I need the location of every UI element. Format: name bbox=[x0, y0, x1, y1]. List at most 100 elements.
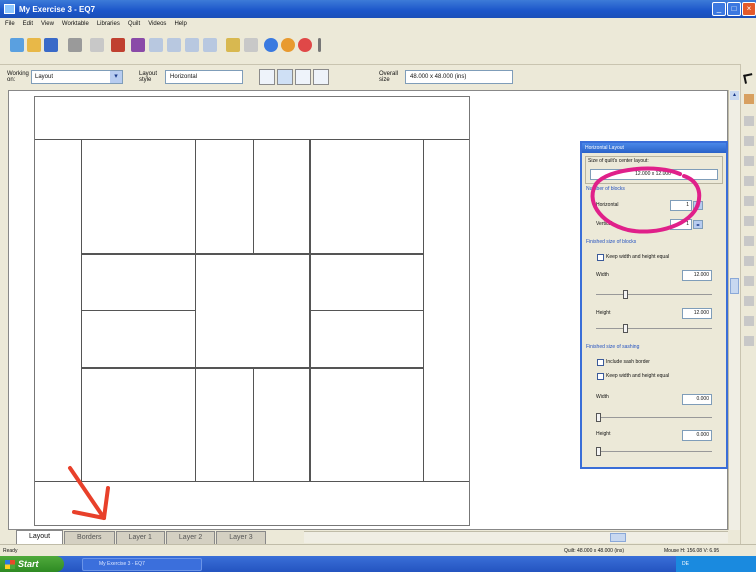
layout-grid-icon[interactable] bbox=[259, 68, 275, 85]
menu-videos[interactable]: Videos bbox=[148, 21, 166, 27]
width-slider-thumb[interactable] bbox=[623, 290, 628, 299]
height-slider-track[interactable] bbox=[596, 328, 712, 329]
pointer-tool-icon[interactable] bbox=[743, 73, 754, 84]
include-sash-checkbox[interactable] bbox=[597, 359, 604, 366]
horizontal-scrollbar[interactable] bbox=[304, 531, 728, 543]
sash-width-label: Width bbox=[596, 394, 609, 400]
palette-tool-icon[interactable] bbox=[744, 116, 754, 126]
horizontal-scroll-thumb[interactable] bbox=[610, 533, 626, 542]
keep-equal-checkbox[interactable] bbox=[597, 254, 604, 261]
sash-width-slider-track[interactable] bbox=[596, 417, 712, 418]
menu-help[interactable]: Help bbox=[174, 21, 186, 27]
vertical-scrollbar[interactable]: ▴ bbox=[728, 90, 740, 530]
windows-logo-icon bbox=[5, 560, 15, 569]
layout-options-icon[interactable] bbox=[313, 68, 329, 85]
chevron-down-icon[interactable]: ▾ bbox=[110, 70, 122, 83]
palette-tool-icon[interactable] bbox=[744, 156, 754, 166]
maximize-button[interactable]: □ bbox=[727, 2, 741, 16]
sketchbook-icon[interactable] bbox=[131, 38, 145, 52]
library-icon[interactable] bbox=[111, 38, 125, 52]
quilt-worktable-icon[interactable] bbox=[264, 38, 278, 52]
block-worktable-icon[interactable] bbox=[281, 38, 295, 52]
palette-tool-icon[interactable] bbox=[744, 296, 754, 306]
sash-height-slider-thumb[interactable] bbox=[596, 447, 601, 456]
palette-tool-icon[interactable] bbox=[744, 256, 754, 266]
layout-horizontal-icon[interactable] bbox=[277, 68, 293, 85]
layout-vertical-icon[interactable] bbox=[295, 68, 311, 85]
width-value: 12.000 bbox=[693, 272, 709, 278]
taskbar-app-label: My Exercise 3 - EQ7 bbox=[99, 561, 145, 567]
new-file-icon[interactable] bbox=[10, 38, 24, 52]
tab-layer-2[interactable]: Layer 2 bbox=[165, 531, 216, 544]
palette-tool-icon[interactable] bbox=[744, 196, 754, 206]
tab-layout[interactable]: Layout bbox=[16, 530, 64, 544]
print-icon[interactable] bbox=[68, 38, 82, 52]
menu-view[interactable]: View bbox=[41, 21, 54, 27]
save-icon[interactable] bbox=[44, 38, 58, 52]
title-bar: My Exercise 3 - EQ7 bbox=[0, 0, 756, 18]
overall-size-value: 48.000 x 48.000 (ins) bbox=[410, 73, 467, 80]
menu-libraries[interactable]: Libraries bbox=[97, 21, 120, 27]
tab-layer-3[interactable]: Layer 3 bbox=[216, 531, 266, 544]
border-line-right bbox=[423, 139, 424, 481]
height-field[interactable]: 12.000 bbox=[682, 308, 712, 319]
palette-tool-icon[interactable] bbox=[744, 176, 754, 186]
undo-icon[interactable] bbox=[90, 38, 104, 52]
image-worktable-icon[interactable] bbox=[298, 38, 312, 52]
palette-tool-icon[interactable] bbox=[744, 336, 754, 346]
finished-blocks-label: Finished size of blocks bbox=[586, 239, 637, 245]
overall-size-field[interactable]: 48.000 x 48.000 (ins) bbox=[405, 69, 513, 84]
app-window: My Exercise 3 - EQ7 _ □ × File Edit View… bbox=[0, 0, 756, 572]
zoom-box-icon[interactable] bbox=[185, 38, 199, 52]
sash-height-slider-track[interactable] bbox=[596, 451, 712, 452]
palette-tool-icon[interactable] bbox=[744, 136, 754, 146]
zoom-out-icon[interactable] bbox=[167, 38, 181, 52]
overall-size-label: Overall size bbox=[379, 70, 399, 83]
brush-tool-icon[interactable] bbox=[744, 94, 754, 104]
scroll-up-icon[interactable]: ▴ bbox=[730, 91, 739, 100]
include-sash-label: Include sash border bbox=[606, 359, 650, 365]
menu-quilt[interactable]: Quilt bbox=[128, 21, 140, 27]
width-slider-track[interactable] bbox=[596, 294, 712, 295]
context-help-icon[interactable] bbox=[244, 38, 258, 52]
tool-palette bbox=[740, 64, 756, 544]
sash-width-value: 0.000 bbox=[696, 396, 709, 402]
menu-bar: File Edit View Worktable Libraries Quilt… bbox=[0, 18, 756, 30]
working-on-value: Layout bbox=[35, 73, 54, 80]
status-ready: Ready bbox=[3, 547, 18, 554]
menu-worktable[interactable]: Worktable bbox=[62, 21, 89, 27]
tab-borders[interactable]: Borders bbox=[64, 531, 115, 544]
width-label: Width bbox=[596, 272, 609, 278]
taskbar-app-item[interactable]: My Exercise 3 - EQ7 bbox=[82, 558, 202, 571]
sash-width-field[interactable]: 0.000 bbox=[682, 394, 712, 405]
sash-width-slider-thumb[interactable] bbox=[596, 413, 601, 422]
palette-tool-icon[interactable] bbox=[744, 316, 754, 326]
width-field[interactable]: 12.000 bbox=[682, 270, 712, 281]
block-line-v-top bbox=[253, 139, 254, 253]
tray-language: DE bbox=[682, 561, 689, 567]
layout-style-field[interactable]: Horizontal bbox=[165, 69, 243, 84]
working-on-select[interactable]: Layout ▾ bbox=[31, 69, 123, 84]
open-folder-icon[interactable] bbox=[27, 38, 41, 52]
palette-tool-icon[interactable] bbox=[744, 216, 754, 226]
zoom-in-icon[interactable] bbox=[149, 38, 163, 52]
layout-style-value: Horizontal bbox=[170, 73, 198, 80]
fit-to-window-icon[interactable] bbox=[203, 38, 217, 52]
close-button[interactable]: × bbox=[742, 2, 756, 16]
palette-tool-icon[interactable] bbox=[744, 236, 754, 246]
vertical-scroll-thumb[interactable] bbox=[730, 278, 739, 294]
status-mouse: Mouse H: 156.08 V: 6.95 bbox=[664, 547, 720, 554]
palette-tool-icon[interactable] bbox=[744, 276, 754, 286]
quilt-layout[interactable] bbox=[34, 96, 470, 526]
height-slider-thumb[interactable] bbox=[623, 324, 628, 333]
block-tool-icon[interactable] bbox=[226, 38, 240, 52]
window-title: My Exercise 3 - EQ7 bbox=[19, 4, 96, 14]
menu-file[interactable]: File bbox=[5, 21, 15, 27]
tab-layer-1[interactable]: Layer 1 bbox=[115, 531, 165, 544]
keep-equal-sash-checkbox[interactable] bbox=[597, 373, 604, 380]
status-bar: Ready Quilt: 48.000 x 48.000 (ins) Mouse… bbox=[0, 544, 756, 556]
sash-height-field[interactable]: 0.000 bbox=[682, 430, 712, 441]
menu-edit[interactable]: Edit bbox=[23, 21, 33, 27]
sashing-label: Finished size of sashing bbox=[586, 344, 640, 350]
minimize-button[interactable]: _ bbox=[712, 2, 726, 16]
